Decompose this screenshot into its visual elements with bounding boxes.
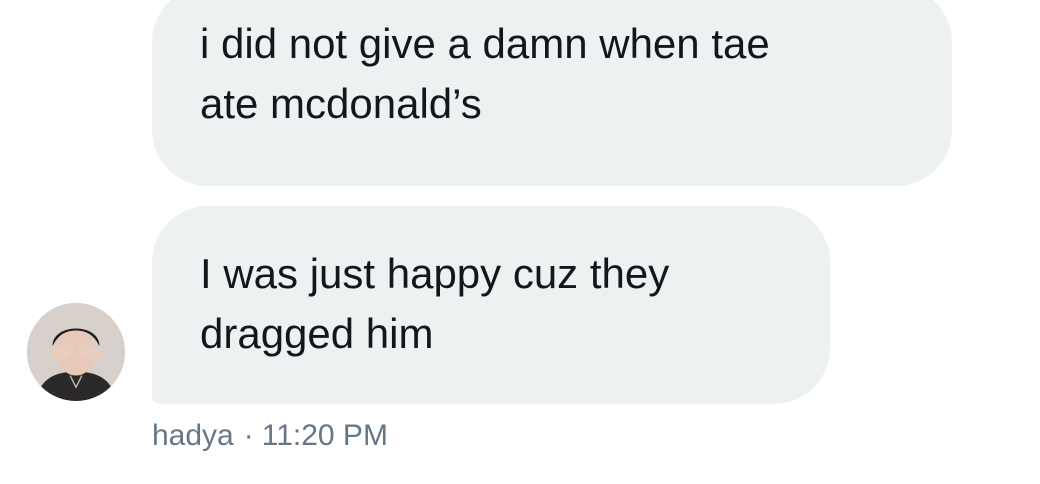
message-text-line: i did not give a damn when tae — [200, 20, 770, 67]
avatar-photo-icon — [27, 303, 125, 401]
message-bubble[interactable]: I was just happy cuz they dragged him — [152, 206, 830, 404]
message-bubble[interactable]: i did not give a damn when tae ate mcdon… — [152, 0, 952, 186]
message-text-line: I was just happy cuz they — [200, 250, 670, 297]
meta-separator: · — [243, 419, 254, 452]
sender-name[interactable]: hadya — [152, 419, 234, 452]
message-text-line: ate mcdonald’s — [200, 80, 482, 127]
avatar[interactable] — [27, 303, 125, 401]
message-timestamp: 11:20 PM — [261, 419, 388, 452]
message-meta: hadya · 11:20 PM — [152, 418, 388, 454]
message-text-line: dragged him — [200, 310, 434, 357]
